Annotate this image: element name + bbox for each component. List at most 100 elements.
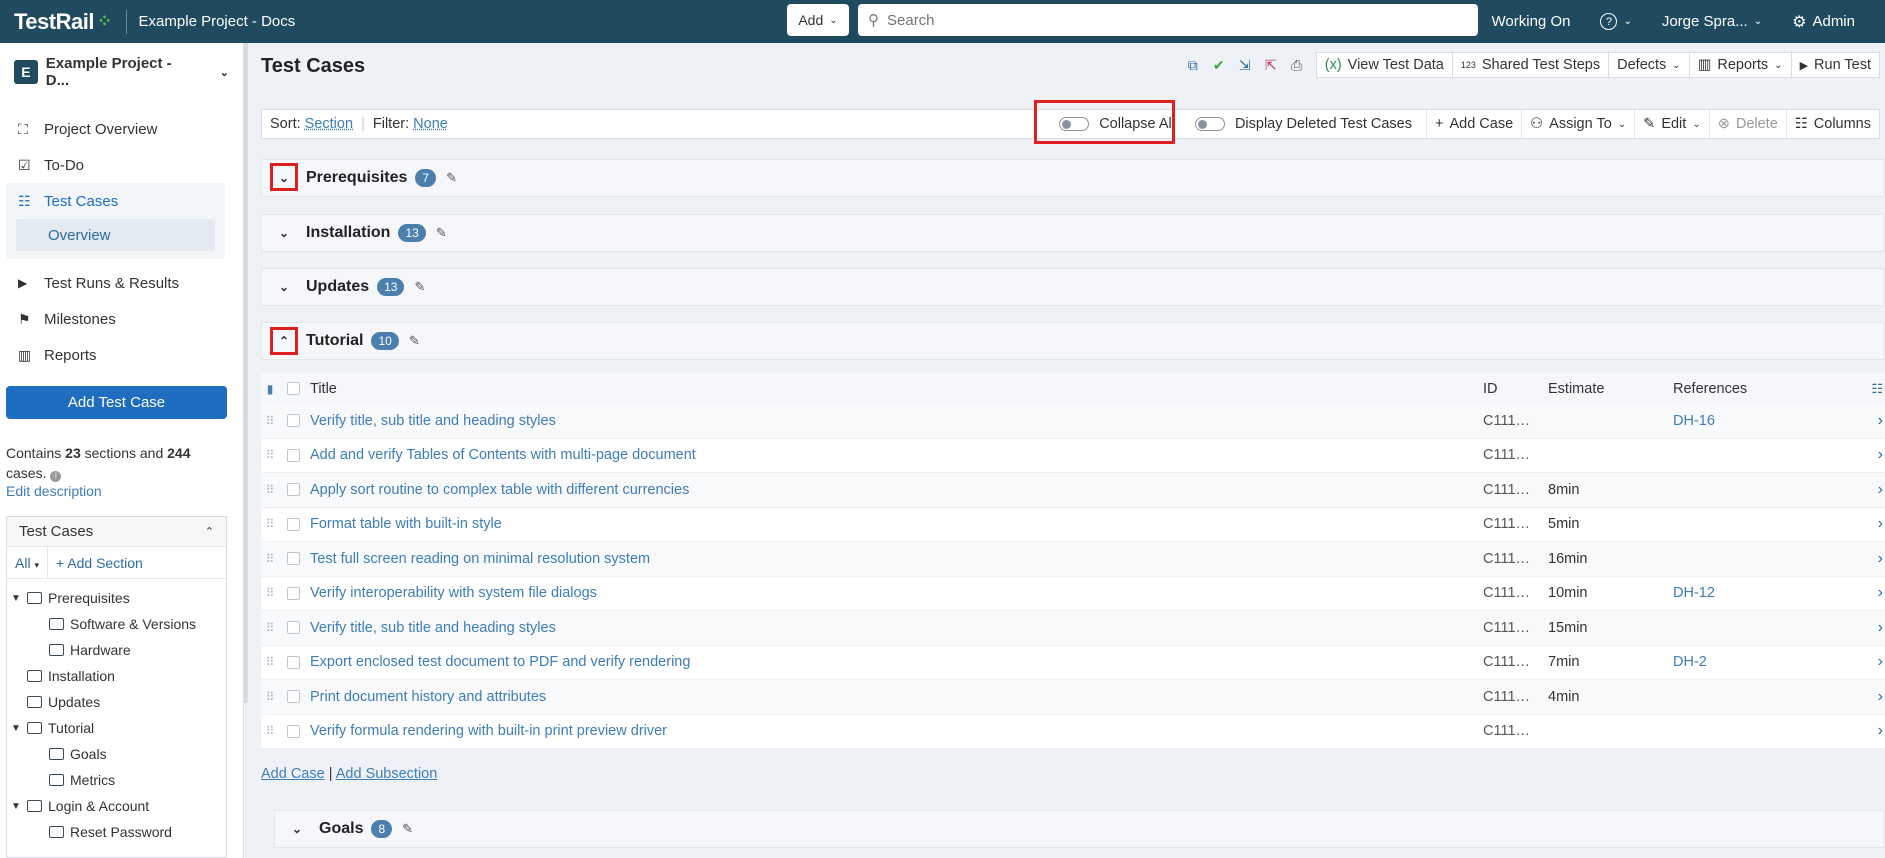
table-row[interactable]: ⠿ Test full screen reading on minimal res… xyxy=(261,542,1885,577)
column-header-references[interactable]: References xyxy=(1673,381,1843,397)
chevron-down-icon[interactable]: ⌄ xyxy=(272,221,296,245)
drag-handle-icon[interactable]: ⠿ xyxy=(261,690,279,704)
user-menu[interactable]: Jorge Spra... ⌄ xyxy=(1662,13,1762,30)
add-case-link[interactable]: Add Case xyxy=(261,766,325,782)
table-row[interactable]: ⠿ Verify interoperability with system fil… xyxy=(261,576,1885,611)
drag-handle-icon[interactable]: ⠿ xyxy=(261,448,279,462)
tree-node-reset-password[interactable]: Reset Password xyxy=(7,819,226,845)
print-icon[interactable]: ⎙ xyxy=(1284,52,1310,78)
tree-filter-all[interactable]: All ▾ xyxy=(7,555,47,571)
chevron-right-icon[interactable]: › xyxy=(1843,722,1883,740)
edit-description-text[interactable]: Edit description xyxy=(6,483,102,499)
row-checkbox[interactable] xyxy=(287,724,300,738)
copy-icon[interactable]: ⧉ xyxy=(1180,52,1206,78)
chevron-down-icon[interactable]: ⌄ xyxy=(272,275,296,299)
search-box[interactable]: ⚲ xyxy=(858,4,1478,36)
case-title-link[interactable]: Print document history and attributes xyxy=(310,689,1483,705)
sort-value-link[interactable]: Section xyxy=(305,116,353,132)
working-on-menu[interactable]: Working On xyxy=(1492,13,1571,30)
edit-pencil-icon[interactable]: ✎ xyxy=(446,170,457,186)
row-checkbox[interactable] xyxy=(287,552,300,566)
tree-node-hardware[interactable]: Hardware xyxy=(7,637,226,663)
tree-node-goals[interactable]: Goals xyxy=(7,741,226,767)
case-title-link[interactable]: Verify formula rendering with built-in p… xyxy=(310,723,1483,739)
chevron-right-icon[interactable]: › xyxy=(1843,446,1883,464)
drag-handle-icon[interactable]: ⠿ xyxy=(261,621,279,635)
shared-test-steps-button[interactable]: 123 Shared Test Steps xyxy=(1451,52,1610,78)
edit-pencil-icon[interactable]: ✎ xyxy=(414,279,425,295)
check-cases-icon[interactable]: ✔ xyxy=(1206,52,1232,78)
edit-pencil-icon[interactable]: ✎ xyxy=(436,225,447,241)
edit-dropdown[interactable]: ✎ Edit ⌄ xyxy=(1634,110,1709,138)
row-checkbox[interactable] xyxy=(287,517,300,531)
row-checkbox[interactable] xyxy=(287,483,300,497)
header-project-name[interactable]: Example Project - Docs xyxy=(125,9,295,34)
chevron-right-icon[interactable]: › xyxy=(1843,550,1883,568)
case-title-link[interactable]: Export enclosed test document to PDF and… xyxy=(310,654,1483,670)
edit-pencil-icon[interactable]: ✎ xyxy=(409,333,420,349)
case-title-link[interactable]: Test full screen reading on minimal reso… xyxy=(310,551,1483,567)
chevron-right-icon[interactable]: › xyxy=(1843,412,1883,430)
add-subsection-link[interactable]: Add Subsection xyxy=(336,766,438,782)
sidebar-item-todo[interactable]: ☑ To-Do xyxy=(0,147,243,183)
case-reference-link[interactable]: DH-2 xyxy=(1673,654,1843,670)
chevron-right-icon[interactable]: › xyxy=(1843,584,1883,602)
sidebar-item-test-runs[interactable]: ▶ Test Runs & Results xyxy=(0,265,243,301)
tree-node-prerequisites[interactable]: ▼ Prerequisites xyxy=(7,585,226,611)
drag-handle-icon[interactable]: ⠿ xyxy=(261,724,279,738)
tree-node-metrics[interactable]: Metrics xyxy=(7,767,226,793)
case-title-link[interactable]: Format table with built-in style xyxy=(310,516,1483,532)
row-checkbox[interactable] xyxy=(287,448,300,462)
table-row[interactable]: ⠿ Verify title, sub title and heading sty… xyxy=(261,404,1885,439)
row-checkbox[interactable] xyxy=(287,690,300,704)
case-title-link[interactable]: Apply sort routine to complex table with… xyxy=(310,482,1483,498)
table-row[interactable]: ⠿ Add and verify Tables of Contents with … xyxy=(261,438,1885,473)
column-settings-icon[interactable]: ☷ xyxy=(1843,381,1883,397)
case-reference-link[interactable]: DH-16 xyxy=(1673,413,1843,429)
sidebar-item-test-cases[interactable]: ☷ Test Cases xyxy=(6,183,225,219)
table-row[interactable]: ⠿ Print document history and attributes C1… xyxy=(261,680,1885,715)
project-selector[interactable]: E Example Project - D... ⌄ xyxy=(0,43,243,101)
case-title-link[interactable]: Verify interoperability with system file… xyxy=(310,585,1483,601)
row-checkbox[interactable] xyxy=(287,414,300,428)
drag-handle-icon[interactable]: ⠿ xyxy=(261,552,279,566)
sidebar-item-project-overview[interactable]: ⛶ Project Overview xyxy=(0,111,243,147)
toggle-switch[interactable] xyxy=(1194,117,1225,131)
drag-handle-icon[interactable]: ⠿ xyxy=(261,655,279,669)
case-title-link[interactable]: Verify title, sub title and heading styl… xyxy=(310,413,1483,429)
columns-button[interactable]: ☷ Columns xyxy=(1785,110,1879,138)
caret-down-icon[interactable]: ▼ xyxy=(11,801,21,812)
collapse-up-icon[interactable]: ⌃ xyxy=(205,525,214,538)
chevron-right-icon[interactable]: › xyxy=(1843,688,1883,706)
import-icon[interactable]: ⇲ xyxy=(1232,52,1258,78)
sidebar-item-reports[interactable]: ▥ Reports xyxy=(0,337,243,373)
add-case-button[interactable]: + Add Case xyxy=(1426,110,1521,138)
admin-link[interactable]: ⚙ Admin xyxy=(1792,12,1855,32)
reports-dropdown[interactable]: ▥ Reports ⌄ xyxy=(1688,52,1792,78)
sidebar-item-overview[interactable]: Overview xyxy=(16,219,215,251)
add-test-case-button[interactable]: Add Test Case xyxy=(6,386,227,419)
search-input[interactable] xyxy=(887,11,1447,29)
delete-button[interactable]: ⊗ Delete xyxy=(1708,110,1786,138)
column-header-id[interactable]: ID xyxy=(1483,381,1548,397)
run-test-button[interactable]: ▶ Run Test xyxy=(1790,52,1880,78)
assign-to-dropdown[interactable]: ⚇ Assign To ⌄ xyxy=(1521,110,1634,138)
row-checkbox[interactable] xyxy=(287,621,300,635)
edit-pencil-icon[interactable]: ✎ xyxy=(402,821,413,837)
chevron-down-icon[interactable]: ⌄ xyxy=(285,817,309,841)
caret-down-icon[interactable]: ▼ xyxy=(11,593,21,604)
tree-node-login-account[interactable]: ▼ Login & Account xyxy=(7,793,226,819)
display-deleted-toggle[interactable]: Display Deleted Test Cases xyxy=(1187,110,1426,138)
chevron-right-icon[interactable]: › xyxy=(1843,619,1883,637)
table-row[interactable]: ⠿ Export enclosed test document to PDF an… xyxy=(261,645,1885,680)
case-title-link[interactable]: Add and verify Tables of Contents with m… xyxy=(310,447,1483,463)
table-row[interactable]: ⠿ Verify title, sub title and heading sty… xyxy=(261,611,1885,646)
chevron-right-icon[interactable]: › xyxy=(1843,481,1883,499)
help-menu[interactable]: ? ⌄ xyxy=(1600,13,1632,30)
add-dropdown-button[interactable]: Add ⌄ xyxy=(787,4,849,36)
export-icon[interactable]: ⇱ xyxy=(1258,52,1284,78)
info-icon[interactable]: i xyxy=(50,470,62,482)
table-row[interactable]: ⠿ Apply sort routine to complex table wit… xyxy=(261,473,1885,508)
testrail-logo[interactable]: TestRail ⁘ xyxy=(0,9,112,35)
drag-handle-icon[interactable]: ⠿ xyxy=(261,414,279,428)
